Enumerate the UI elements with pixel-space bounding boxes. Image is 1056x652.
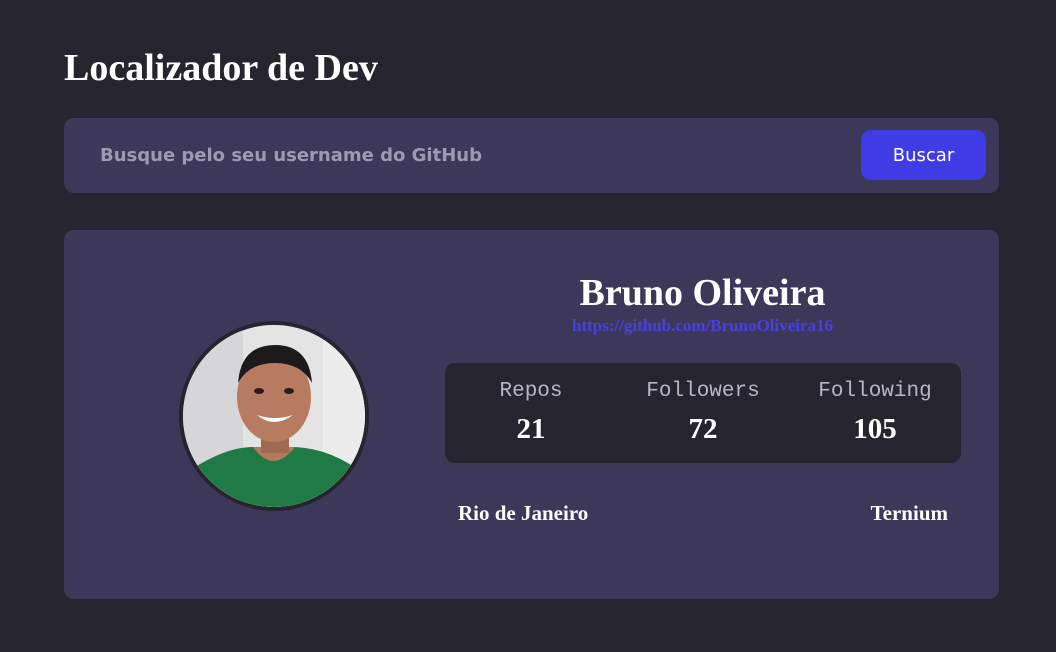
location-text: Rio de Janeiro — [458, 501, 589, 525]
page-title: Localizador de Dev — [64, 47, 378, 89]
profile-link[interactable]: https://github.com/BrunoOliveira16 — [444, 316, 961, 336]
avatar-photo — [183, 325, 365, 507]
user-name: Bruno Oliveira — [579, 272, 826, 314]
search-button[interactable]: Buscar — [861, 130, 986, 180]
stat-value: 105 — [853, 413, 897, 445]
page: Localizador de Dev Buscar Bruno Oliveira… — [0, 0, 1056, 652]
stat-value: 21 — [516, 413, 546, 445]
search-input[interactable] — [90, 132, 850, 178]
profile-card: Bruno Oliveira https://github.com/BrunoO… — [64, 230, 999, 599]
stat-label: Followers — [646, 380, 760, 403]
stat-following: Following 105 — [789, 363, 961, 463]
search-bar: Buscar — [64, 118, 999, 193]
stat-label: Repos — [499, 380, 563, 403]
stats-panel: Repos 21 Followers 72 Following 105 — [445, 363, 961, 463]
stat-followers: Followers 72 — [617, 363, 789, 463]
avatar — [179, 321, 369, 511]
stat-value: 72 — [688, 413, 718, 445]
stat-repos: Repos 21 — [445, 363, 617, 463]
stat-label: Following — [818, 380, 932, 403]
company-text: Ternium — [870, 501, 948, 525]
